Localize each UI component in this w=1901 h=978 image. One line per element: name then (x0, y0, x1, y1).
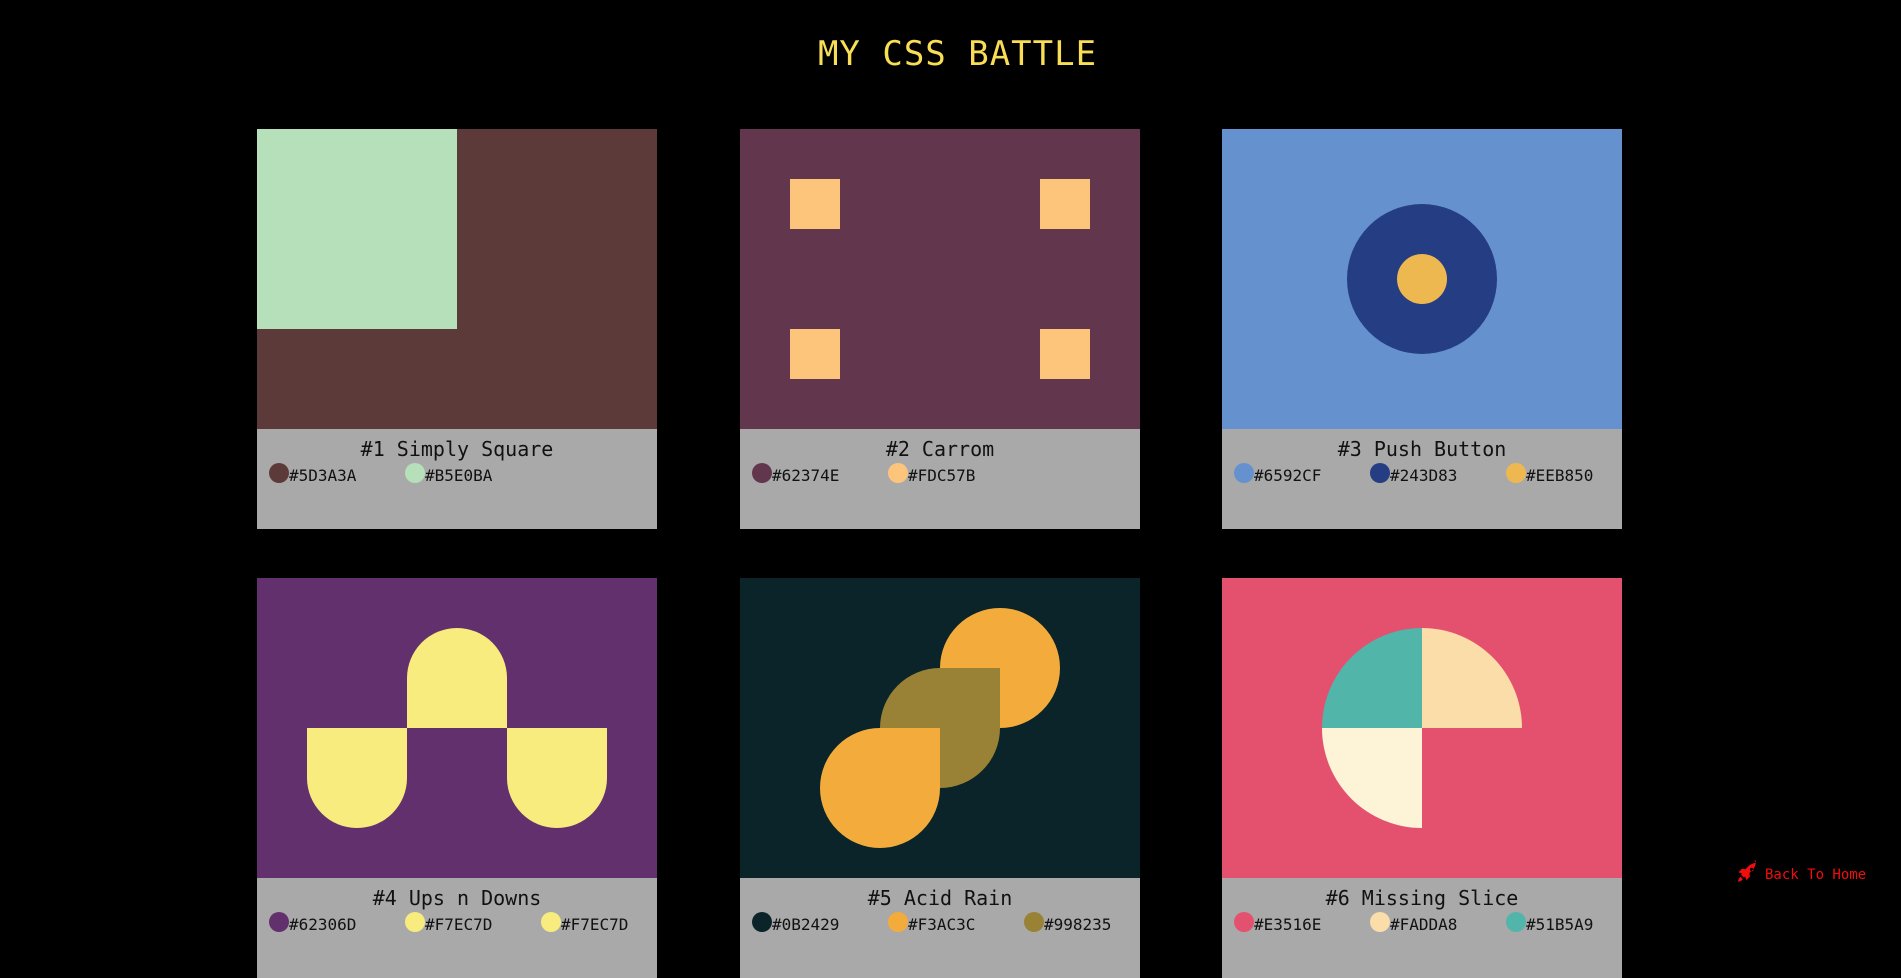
color-hex: #FDC57B (908, 466, 976, 485)
color-swatch: #EEB850 (1506, 463, 1622, 487)
card-title: #2 Carrom (885, 437, 995, 461)
color-hex: #5D3A3A (289, 466, 357, 485)
color-dot (541, 912, 561, 932)
color-dot (405, 463, 425, 483)
shape-right-down (507, 728, 607, 828)
color-dot (269, 912, 289, 932)
button-center (1397, 254, 1447, 304)
color-hex: #F7EC7D (425, 915, 493, 934)
carrom-square-top-left (790, 179, 840, 229)
color-hex: #62306D (289, 915, 357, 934)
color-dot (888, 463, 908, 483)
color-dot (1506, 912, 1526, 932)
color-hex: #62374E (772, 466, 840, 485)
drop-bottom (820, 728, 940, 848)
shape-left-down (307, 728, 407, 828)
color-hex: #EEB850 (1526, 466, 1594, 485)
color-hex: #998235 (1044, 915, 1112, 934)
color-dot (405, 912, 425, 932)
slice-top-right (1422, 628, 1522, 728)
shape-middle-up (407, 628, 507, 728)
color-swatch: #B5E0BA (405, 463, 541, 487)
card-title: #4 Ups n Downs (372, 886, 542, 910)
color-dot (1370, 912, 1390, 932)
color-hex: #FADDA8 (1390, 915, 1458, 934)
challenge-card-3[interactable]: #3 Push Button #6592CF #243D83 #EEB850 (1222, 129, 1622, 529)
color-palette: #6592CF #243D83 #EEB850 (1234, 463, 1622, 487)
challenge-card-6[interactable]: #6 Missing Slice #E3516E #FADDA8 #51B5A9 (1222, 578, 1622, 978)
color-swatch: #62374E (752, 463, 888, 487)
color-dot (1370, 463, 1390, 483)
card-title: #5 Acid Rain (867, 886, 1013, 910)
back-to-home-link[interactable]: Back To Home (1735, 860, 1866, 890)
slice-bottom-left (1322, 728, 1422, 828)
green-square (257, 129, 457, 329)
color-dot (752, 463, 772, 483)
carrom-square-top-right (1040, 179, 1090, 229)
card-title: #3 Push Button (1337, 437, 1507, 461)
card-title: #1 Simply Square (360, 437, 554, 461)
challenge-card-4[interactable]: #4 Ups n Downs #62306D #F7EC7D #F7EC7D (257, 578, 657, 978)
color-swatch: #5D3A3A (269, 463, 405, 487)
color-palette: #5D3A3A #B5E0BA (269, 463, 541, 487)
color-dot (1024, 912, 1044, 932)
color-hex: #6592CF (1254, 466, 1322, 485)
color-palette: #62374E #FDC57B (752, 463, 1024, 487)
color-swatch: #FDC57B (888, 463, 1024, 487)
challenge-card-5[interactable]: #5 Acid Rain #0B2429 #F3AC3C #998235 (740, 578, 1140, 978)
artwork-carrom (740, 129, 1140, 429)
color-dot (888, 912, 908, 932)
artwork-ups-n-downs (257, 578, 657, 878)
back-to-home-label: Back To Home (1765, 867, 1867, 883)
carrom-square-bottom-right (1040, 329, 1090, 379)
artwork-push-button (1222, 129, 1622, 429)
carrom-square-bottom-left (790, 329, 840, 379)
color-dot (752, 912, 772, 932)
color-hex: #F3AC3C (908, 915, 976, 934)
color-dot (1506, 463, 1526, 483)
color-hex: #51B5A9 (1526, 915, 1594, 934)
color-dot (1234, 912, 1254, 932)
slice-top-left (1322, 628, 1422, 728)
color-hex: #243D83 (1390, 466, 1458, 485)
color-dot (1234, 463, 1254, 483)
card-title: #6 Missing Slice (1325, 886, 1519, 910)
artwork-acid-rain (740, 578, 1140, 878)
color-dot (269, 463, 289, 483)
artwork-missing-slice (1222, 578, 1622, 878)
color-hex: #B5E0BA (425, 466, 493, 485)
color-hex: #E3516E (1254, 915, 1322, 934)
color-hex: #F7EC7D (561, 915, 629, 934)
color-hex: #0B2429 (772, 915, 840, 934)
color-swatch: #6592CF (1234, 463, 1370, 487)
artwork-simply-square (257, 129, 657, 429)
page-title: MY CSS BATTLE (817, 34, 1098, 74)
rocket-icon (1735, 860, 1761, 890)
color-swatch: #243D83 (1370, 463, 1506, 487)
challenge-card-2[interactable]: #2 Carrom #62374E #FDC57B (740, 129, 1140, 529)
challenge-card-1[interactable]: #1 Simply Square #5D3A3A #B5E0BA (257, 129, 657, 529)
